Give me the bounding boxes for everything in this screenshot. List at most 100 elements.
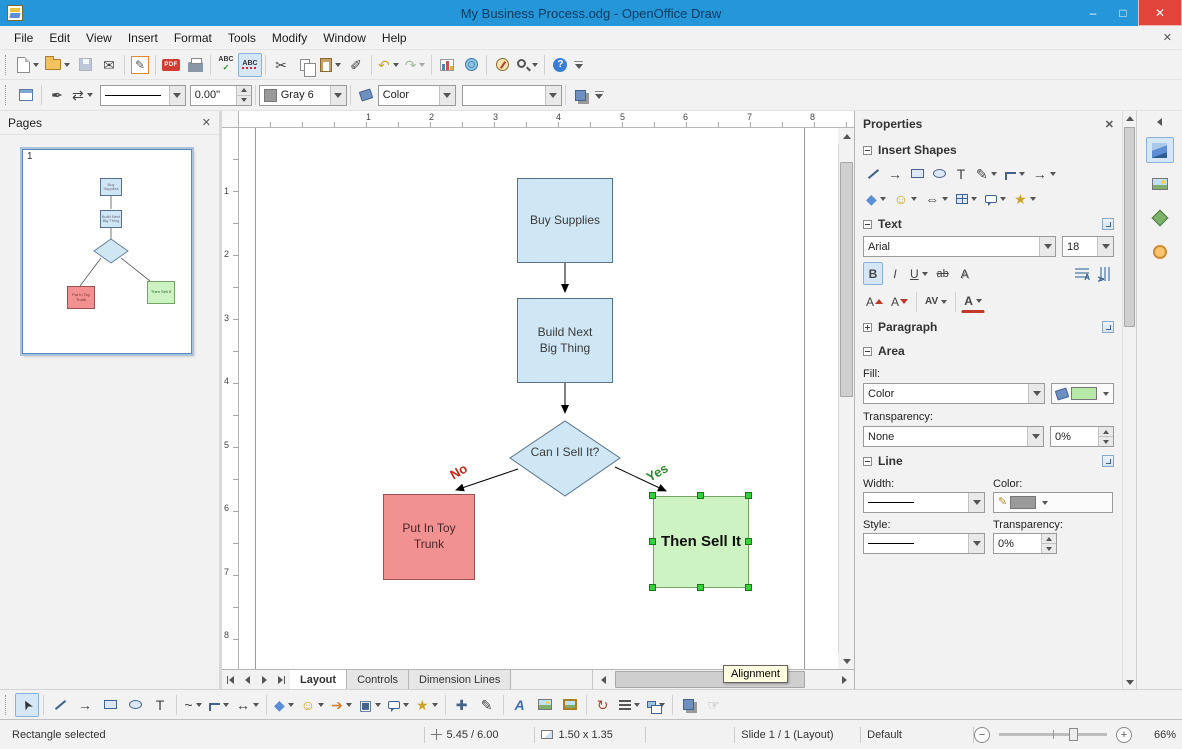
line-style-combo-sidebar[interactable]	[863, 533, 985, 554]
scroll-track[interactable]	[1123, 125, 1136, 675]
insert-image-button[interactable]	[533, 693, 557, 717]
underline-button[interactable]: U	[907, 262, 931, 285]
bold-button[interactable]: B	[863, 262, 883, 285]
vertical-ruler[interactable]: 1 2 3 4 5 6 7 8	[222, 128, 239, 669]
collapse-icon[interactable]	[863, 145, 872, 155]
font-color-button[interactable]: A	[961, 290, 985, 313]
insert-ellipse-button[interactable]	[929, 162, 949, 185]
flowchart-shape-then-sell-it-selected[interactable]: Then Sell It	[653, 496, 749, 588]
glue-points-button[interactable]: ✎	[475, 693, 499, 717]
callout-shapes-button[interactable]	[982, 187, 1009, 210]
collapse-icon[interactable]	[863, 456, 872, 466]
scroll-up-button[interactable]	[1125, 111, 1134, 125]
zoom-button[interactable]	[514, 53, 541, 77]
styles-button[interactable]	[14, 83, 38, 107]
insert-lines-arrows-button[interactable]: →	[1030, 162, 1059, 185]
collapse-icon[interactable]	[863, 219, 872, 229]
pages-panel-close-button[interactable]: ✕	[202, 116, 211, 129]
page-style[interactable]: Default	[861, 720, 973, 749]
text-direction-ltr-button[interactable]	[1072, 262, 1092, 285]
shadow-button[interactable]	[569, 83, 593, 107]
fill-type-dropdown-button[interactable]	[1028, 384, 1044, 403]
tab-layout[interactable]: Layout	[290, 670, 348, 689]
transparency-spinner[interactable]: 0%	[1050, 426, 1114, 447]
character-spacing-button[interactable]: AV	[922, 290, 950, 313]
spin-down-button[interactable]	[236, 95, 251, 105]
decrease-font-button[interactable]: A	[888, 290, 911, 313]
deck-properties-button[interactable]	[1145, 137, 1174, 163]
selection-handle-w[interactable]	[649, 538, 656, 545]
character-shadow-button[interactable]: A	[955, 262, 975, 285]
toolbar-overflow-button[interactable]	[574, 60, 584, 69]
scroll-left-button[interactable]	[593, 671, 613, 688]
maximize-button[interactable]: □	[1108, 0, 1138, 26]
collapse-icon[interactable]	[863, 346, 872, 356]
zoom-slider[interactable]	[999, 728, 1108, 741]
insert-text-button[interactable]: T	[951, 162, 971, 185]
open-button[interactable]	[42, 53, 73, 77]
rectangle-tool-button[interactable]	[98, 693, 122, 717]
increase-font-button[interactable]: A	[863, 290, 886, 313]
tab-dimension-lines[interactable]: Dimension Lines	[409, 670, 512, 689]
block-arrows-button[interactable]: ⇔	[922, 187, 951, 210]
spin-up-button[interactable]	[1099, 427, 1113, 437]
section-insert-shapes[interactable]: Insert Shapes	[855, 137, 1122, 161]
section-paragraph[interactable]: Paragraph	[855, 314, 1122, 338]
line-style-dropdown-button[interactable]	[168, 85, 185, 105]
paste-button[interactable]	[317, 53, 344, 77]
flowchart-shape-buy-supplies[interactable]: Buy Supplies	[517, 178, 613, 263]
star-shapes-button[interactable]: ★	[413, 693, 441, 717]
line-transparency-spinner[interactable]: 0%	[993, 533, 1057, 554]
insert-rectangle-button[interactable]	[907, 162, 927, 185]
drawing-canvas[interactable]: Buy Supplies Build Next Big Thing Can I …	[239, 128, 838, 669]
section-line[interactable]: Line	[855, 448, 1122, 472]
toolbar-grip[interactable]	[5, 85, 9, 105]
menu-format[interactable]: Format	[166, 28, 220, 48]
more-options-icon[interactable]	[1102, 321, 1114, 333]
print-button[interactable]	[183, 53, 207, 77]
email-document-button[interactable]: ✉	[97, 53, 121, 77]
alignment-button[interactable]	[616, 693, 643, 717]
section-text[interactable]: Text	[855, 211, 1122, 235]
scroll-right-button[interactable]	[834, 671, 854, 688]
help-button[interactable]: ?	[548, 53, 572, 77]
more-options-icon[interactable]	[1102, 455, 1114, 467]
strikethrough-button[interactable]: ab	[933, 262, 953, 285]
line-width-combo[interactable]	[863, 492, 985, 513]
arrange-button[interactable]	[644, 693, 668, 717]
scroll-thumb[interactable]	[1124, 127, 1135, 327]
flowchart-shape-build-next-big-thing[interactable]: Build Next Big Thing	[517, 298, 613, 383]
section-area[interactable]: Area	[855, 338, 1122, 362]
area-dialog-button[interactable]	[354, 83, 378, 107]
redo-button[interactable]: ↷	[402, 53, 429, 77]
font-size-combo[interactable]: 18	[1062, 236, 1114, 257]
font-name-combo[interactable]: Arial	[863, 236, 1056, 257]
fill-type-combo[interactable]: Color	[377, 84, 456, 106]
area-fill-color-button[interactable]	[1051, 383, 1114, 404]
navigator-button[interactable]	[490, 53, 514, 77]
symbol-shapes-button[interactable]: ☺	[298, 693, 327, 717]
insert-curve-button[interactable]: ✎	[973, 162, 1000, 185]
zoom-in-button[interactable]: +	[1116, 726, 1133, 743]
selection-handle-ne[interactable]	[745, 492, 752, 499]
interaction-button[interactable]: ☞	[702, 693, 726, 717]
gallery-button[interactable]	[558, 693, 582, 717]
previous-page-button[interactable]	[239, 670, 256, 689]
menu-modify[interactable]: Modify	[264, 28, 315, 48]
text-direction-ttb-button[interactable]	[1094, 262, 1114, 285]
close-document-button[interactable]: ✕	[1163, 31, 1172, 44]
fill-type-dropdown-button[interactable]	[438, 85, 455, 105]
deck-navigator-button[interactable]	[1146, 239, 1174, 265]
new-document-button[interactable]	[14, 53, 42, 77]
scroll-thumb[interactable]	[840, 162, 853, 397]
flowchart-shapes-button[interactable]	[953, 187, 980, 210]
star-shapes-button[interactable]: ★	[1011, 187, 1039, 210]
line-width-spinner[interactable]: 0.00"	[189, 84, 252, 106]
export-pdf-button[interactable]: PDF	[159, 53, 183, 77]
arrow-tool-button[interactable]: →	[73, 693, 97, 717]
curve-tool-button[interactable]: ~	[181, 693, 205, 717]
vertical-scrollbar[interactable]	[836, 128, 857, 669]
flowchart-shapes-button[interactable]: ▣	[356, 693, 384, 717]
arrow-style-button[interactable]: ⇄	[69, 83, 96, 107]
hyperlink-button[interactable]	[459, 53, 483, 77]
